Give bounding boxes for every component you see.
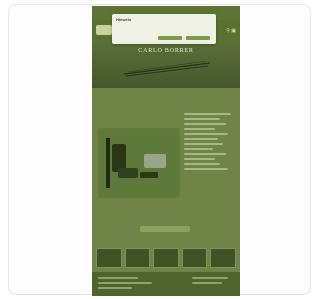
cookie-title: Hinweis <box>116 17 132 22</box>
cookie-settings-button[interactable] <box>158 36 182 40</box>
cta-button[interactable] <box>140 226 190 232</box>
search-icon[interactable]: ⚲ <box>226 28 230 34</box>
cookie-accept-button[interactable] <box>186 36 210 40</box>
thumbnail[interactable] <box>153 248 179 268</box>
fishing-rods-image <box>123 60 211 77</box>
website-screenshot: ⚲ ▣ CARLO BORRER Hinweis <box>92 6 240 296</box>
thumbnail[interactable] <box>96 248 122 268</box>
product-thumbnails <box>96 248 236 268</box>
hero-banner: CARLO BORRER <box>92 42 240 88</box>
banner-title: CARLO BORRER <box>138 48 194 54</box>
sidebar <box>184 110 236 230</box>
thumbnail[interactable] <box>210 248 236 268</box>
thumbnail[interactable] <box>124 248 151 268</box>
thumbnail[interactable] <box>181 248 208 268</box>
product-image-box[interactable] <box>98 128 180 198</box>
logo-icon[interactable] <box>96 25 112 35</box>
header-icons: ⚲ ▣ <box>226 28 236 34</box>
cookie-dialog: Hinweis <box>112 14 216 44</box>
product-image <box>100 130 178 196</box>
site-footer <box>92 272 240 296</box>
cart-icon[interactable]: ▣ <box>231 28 236 34</box>
